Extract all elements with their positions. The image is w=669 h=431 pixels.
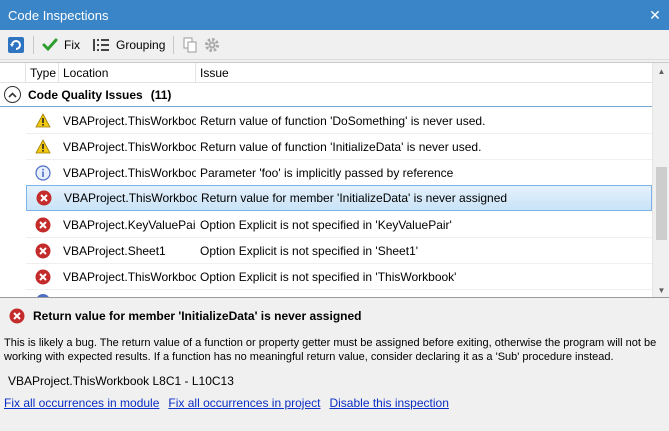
issue-details-panel: Return value for member 'InitializeData'… — [0, 300, 669, 431]
detail-title: Return value for member 'InitializeData'… — [33, 309, 362, 323]
scroll-thumb[interactable] — [656, 167, 667, 240]
inspection-results-grid: Type Location Issue Code Quality Issues … — [0, 62, 669, 298]
checkmark-icon — [42, 38, 58, 51]
issue-description: Return value of function 'InitializeData… — [200, 139, 482, 154]
fix-all-in-project-link[interactable]: Fix all occurrences in project — [168, 396, 320, 410]
issue-location: VBAProject.ThisWorkbook — [63, 113, 196, 128]
issue-row-partial[interactable] — [26, 290, 652, 297]
info-icon — [34, 164, 51, 181]
window-titlebar: Code Inspections ✕ — [0, 0, 669, 30]
detail-links: Fix all occurrences in module Fix all oc… — [4, 396, 458, 410]
close-button[interactable]: ✕ — [641, 0, 669, 30]
issue-row[interactable]: VBAProject.KeyValuePair Option Explicit … — [26, 212, 652, 238]
settings-button[interactable] — [201, 33, 223, 57]
fix-label: Fix — [64, 37, 80, 52]
issue-row[interactable]: VBAProject.ThisWorkbook Return value of … — [26, 134, 652, 160]
group-count: (11) — [150, 87, 172, 102]
chevron-up-icon — [8, 91, 17, 98]
issue-location: VBAProject.ThisWorkbook — [64, 191, 197, 205]
vertical-scrollbar[interactable]: ▲ ▼ — [652, 63, 669, 297]
issue-location: VBAProject.Sheet1 — [63, 243, 166, 258]
refresh-icon — [8, 36, 24, 53]
issue-row-selected[interactable]: VBAProject.ThisWorkbook Return value for… — [26, 185, 652, 211]
grouping-button[interactable]: Grouping — [89, 33, 168, 57]
issue-description: Return value for member 'InitializeData'… — [201, 191, 508, 205]
issue-description: Option Explicit is not specified in 'Key… — [200, 217, 452, 232]
fix-all-in-module-link[interactable]: Fix all occurrences in module — [4, 396, 159, 410]
warning-icon — [34, 139, 51, 154]
issue-row[interactable]: VBAProject.ThisWorkbook Return value of … — [26, 108, 652, 134]
issue-location: VBAProject.KeyValuePair — [63, 217, 196, 232]
grouping-label: Grouping — [116, 37, 166, 52]
error-icon — [9, 308, 25, 324]
copy-icon — [183, 37, 197, 52]
error-icon — [35, 243, 50, 258]
error-icon — [35, 217, 50, 232]
detail-location: VBAProject.ThisWorkbook L8C1 - L10C13 — [8, 374, 234, 388]
column-header-location[interactable]: Location — [59, 63, 196, 83]
info-icon — [36, 294, 49, 297]
issue-row[interactable]: VBAProject.ThisWorkbook Parameter 'foo' … — [26, 160, 652, 186]
gear-icon — [205, 37, 220, 52]
issue-description: Option Explicit is not specified in 'She… — [200, 243, 419, 258]
toolbar-separator — [173, 35, 175, 54]
issue-description: Return value of function 'DoSomething' i… — [200, 113, 486, 128]
issue-location: VBAProject.ThisWorkbook — [63, 139, 196, 154]
grid-corner — [0, 63, 26, 83]
issue-row[interactable]: VBAProject.Sheet1 Option Explicit is not… — [26, 238, 652, 264]
group-label: Code Quality Issues — [28, 87, 143, 102]
window-title: Code Inspections — [8, 7, 109, 23]
disable-inspection-link[interactable]: Disable this inspection — [329, 396, 448, 410]
group-row-code-quality[interactable]: Code Quality Issues (11) — [0, 83, 652, 107]
refresh-button[interactable] — [4, 33, 28, 57]
column-header-type[interactable]: Type — [26, 63, 59, 83]
issue-description: Option Explicit is not specified in 'Thi… — [200, 269, 457, 284]
toolbar: Fix Grouping — [0, 30, 669, 60]
error-icon — [35, 269, 50, 284]
scroll-down-arrow[interactable]: ▼ — [653, 282, 669, 297]
fix-button[interactable]: Fix — [39, 33, 83, 57]
toolbar-separator — [33, 35, 34, 54]
copy-button[interactable] — [179, 33, 201, 57]
scroll-up-arrow[interactable]: ▲ — [653, 63, 669, 80]
issue-location: VBAProject.ThisWorkbook — [63, 165, 196, 180]
warning-icon — [34, 113, 51, 128]
issue-row[interactable]: VBAProject.ThisWorkbook Option Explicit … — [26, 264, 652, 290]
collapse-toggle[interactable] — [4, 86, 21, 103]
grouping-icon — [93, 38, 109, 51]
detail-description: This is likely a bug. The return value o… — [4, 337, 657, 363]
issue-description: Parameter 'foo' is implicitly passed by … — [200, 165, 454, 180]
grid-header: Type Location Issue — [0, 63, 652, 83]
error-icon — [36, 190, 51, 206]
column-header-issue[interactable]: Issue — [196, 63, 652, 83]
detail-header: Return value for member 'InitializeData'… — [9, 308, 361, 324]
issue-location: VBAProject.ThisWorkbook — [63, 269, 196, 284]
